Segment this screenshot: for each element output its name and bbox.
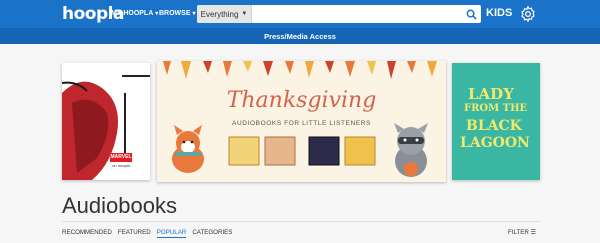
featured-carousel: MARVEL on hoopla Thanksgiving AUDIOBOOKS…	[0, 58, 600, 186]
search-input[interactable]	[252, 5, 461, 23]
lady-title-line2: FROM THE	[464, 103, 528, 114]
carousel-card-lady-black-lagoon[interactable]: LADY FROM THE BLACK LAGOON	[452, 63, 540, 180]
lady-title-line3: BLACK	[466, 118, 522, 134]
lady-title-line1: LADY	[468, 85, 514, 103]
marvel-on-hoopla-text: on hoopla	[112, 163, 130, 168]
book-covers-row	[228, 136, 376, 166]
search-bar: Everything ▼	[197, 5, 481, 23]
page-title: Audiobooks	[62, 193, 177, 218]
press-media-label: Press/Media Access	[264, 31, 336, 41]
chevron-down-icon: ▾	[192, 11, 196, 17]
gear-icon	[521, 5, 535, 23]
kids-link[interactable]: KIDS	[486, 7, 512, 19]
filter-button[interactable]: FILTER ☰	[508, 229, 536, 236]
marvel-logo-text: MARVEL	[110, 154, 132, 160]
search-icon	[466, 9, 477, 20]
tab-recommended[interactable]: RECOMMENDED	[62, 229, 112, 238]
search-button[interactable]	[461, 5, 481, 23]
chevron-down-icon: ▾	[155, 11, 159, 17]
top-nav-bar: hoopla MY HOOPLA ▾ BROWSE ▾ Everything ▼…	[0, 0, 600, 28]
filter-label: FILTER	[508, 229, 529, 236]
tab-popular[interactable]: POPULAR	[156, 229, 187, 238]
nav-my-hoopla[interactable]: MY HOOPLA ▾	[111, 10, 158, 17]
fox-illustration	[172, 125, 204, 173]
raccoon-illustration	[394, 123, 428, 177]
divider	[62, 221, 540, 222]
search-scope-label: Everything	[200, 9, 239, 19]
tab-categories[interactable]: CATEGORIES	[192, 229, 232, 238]
nav-browse-label: BROWSE	[159, 10, 191, 17]
content-tabs: RECOMMENDED FEATURED POPULAR CATEGORIES	[62, 229, 232, 238]
spiderman-art	[62, 63, 150, 180]
menu-icon: ☰	[530, 229, 537, 236]
caret-down-icon: ▼	[241, 11, 248, 17]
nav-browse[interactable]: BROWSE ▾	[159, 10, 196, 17]
nav-my-hoopla-label: MY HOOPLA	[111, 10, 154, 17]
press-media-banner[interactable]: Press/Media Access	[0, 28, 600, 44]
carousel-card-thanksgiving[interactable]: Thanksgiving AUDIOBOOKS FOR LITTLE LISTE…	[157, 61, 446, 182]
search-scope-select[interactable]: Everything ▼	[197, 5, 252, 23]
thanksgiving-title: Thanksgiving	[226, 88, 377, 113]
carousel-card-marvel[interactable]: MARVEL on hoopla	[62, 63, 150, 180]
autumn-leaves-decoration	[163, 61, 437, 79]
tab-featured[interactable]: FEATURED	[118, 229, 151, 238]
settings-button[interactable]	[519, 5, 537, 23]
lady-title-line4: LAGOON	[460, 135, 530, 151]
